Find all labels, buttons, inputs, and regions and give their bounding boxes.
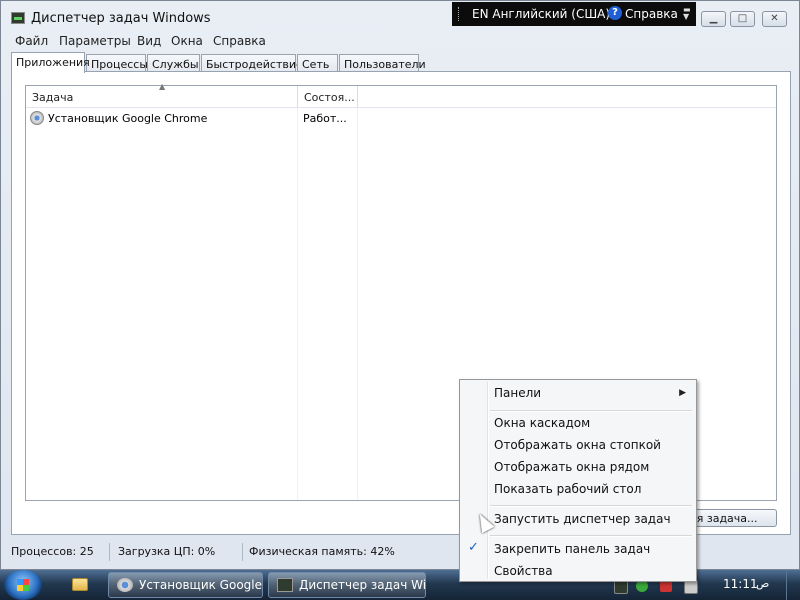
title-bar[interactable]: Диспетчер задач Windows EN Английский (С… xyxy=(1,1,799,33)
status-divider xyxy=(109,543,110,561)
column-divider xyxy=(357,108,358,500)
checkmark-icon: ✓ xyxy=(468,540,479,555)
column-header-task-label: Задача xyxy=(32,91,74,104)
column-header-task[interactable]: ▲ Задача xyxy=(26,82,298,108)
new-task-button[interactable]: ая задача... xyxy=(683,509,777,527)
process-count: Процессов: 25 xyxy=(11,545,94,558)
clock-suffix[interactable]: ص xyxy=(756,577,769,590)
network-error-icon[interactable] xyxy=(684,580,698,594)
taskbar-button-label: Диспетчер задач Wi... xyxy=(299,578,426,592)
menu-gutter xyxy=(487,382,489,579)
tab-services[interactable]: Службы xyxy=(147,54,200,72)
langbar-options-icon[interactable]: ▬ ▼ xyxy=(683,6,691,21)
cpu-usage: Загрузка ЦП: 0% xyxy=(118,545,216,558)
tab-users[interactable]: Пользователи xyxy=(339,54,426,72)
menu-item-stacked[interactable]: Отображать окна стопкой xyxy=(494,438,661,452)
close-button[interactable]: ✕ xyxy=(762,11,787,27)
taskbar-button-chrome-installer[interactable]: Установщик Google... xyxy=(108,572,263,598)
menu-help[interactable]: Справка xyxy=(213,34,266,48)
menu-item-start-task-manager[interactable]: Запустить диспетчер задач xyxy=(494,512,671,526)
table-row[interactable]: Установщик Google Chrome Работ... xyxy=(26,110,776,128)
menu-separator xyxy=(490,505,692,507)
status-divider xyxy=(242,543,243,561)
menu-item-properties[interactable]: Свойства xyxy=(494,564,553,578)
clock[interactable]: 11:11 xyxy=(723,577,758,591)
tab-performance[interactable]: Быстродействие xyxy=(201,54,303,72)
menu-item-cascade[interactable]: Окна каскадом xyxy=(494,416,590,430)
task-manager-icon xyxy=(11,12,25,24)
language-bar[interactable]: EN Английский (США) ? Справка ▬ ▼ xyxy=(452,2,696,26)
folder-icon[interactable] xyxy=(72,578,88,591)
task-name: Установщик Google Chrome xyxy=(48,112,208,125)
help-icon[interactable]: ? xyxy=(608,6,622,20)
grip-handle-icon[interactable] xyxy=(458,7,462,21)
chrome-installer-icon xyxy=(30,111,44,125)
taskbar-button-task-manager[interactable]: Диспетчер задач Wi... xyxy=(268,572,426,598)
tab-processes[interactable]: Процессы xyxy=(86,54,148,72)
column-header-filler xyxy=(358,86,776,108)
tab-network[interactable]: Сеть xyxy=(297,54,338,72)
menu-windows[interactable]: Окна xyxy=(171,34,203,48)
minimize-button[interactable]: ▁ xyxy=(701,11,726,27)
menu-file[interactable]: Файл xyxy=(15,34,48,48)
menu-item-side-by-side[interactable]: Отображать окна рядом xyxy=(494,460,649,474)
window-title: Диспетчер задач Windows xyxy=(31,11,211,26)
tab-applications[interactable]: Приложения xyxy=(11,52,90,73)
start-button[interactable] xyxy=(4,570,42,600)
menu-options[interactable]: Параметры xyxy=(59,34,131,48)
menu-separator xyxy=(490,535,692,537)
menu-item-lock-taskbar[interactable]: Закрепить панель задач xyxy=(494,542,650,556)
submenu-arrow-icon: ▶ xyxy=(679,388,686,398)
column-header-status[interactable]: Состоя... xyxy=(298,86,358,108)
task-manager-icon xyxy=(277,578,293,592)
menu-separator xyxy=(490,410,692,412)
chrome-installer-icon xyxy=(117,578,133,592)
task-manager-tray-icon[interactable] xyxy=(614,580,628,594)
maximize-button[interactable]: □ xyxy=(730,11,755,27)
column-divider xyxy=(297,108,298,500)
sort-ascending-icon: ▲ xyxy=(159,82,166,91)
taskbar-button-label: Установщик Google... xyxy=(139,578,263,592)
memory-usage: Физическая память: 42% xyxy=(249,545,395,558)
menu-item-show-desktop[interactable]: Показать рабочий стол xyxy=(494,482,641,496)
menu-item-toolbars[interactable]: Панели xyxy=(494,386,541,400)
menu-view[interactable]: Вид xyxy=(137,34,161,48)
taskbar-context-menu: Панели ▶ Окна каскадом Отображать окна с… xyxy=(459,379,697,582)
help-label[interactable]: Справка xyxy=(625,7,678,21)
input-language[interactable]: EN Английский (США) xyxy=(472,7,610,21)
task-status: Работ... xyxy=(303,112,347,125)
show-desktop-button[interactable] xyxy=(786,570,800,600)
